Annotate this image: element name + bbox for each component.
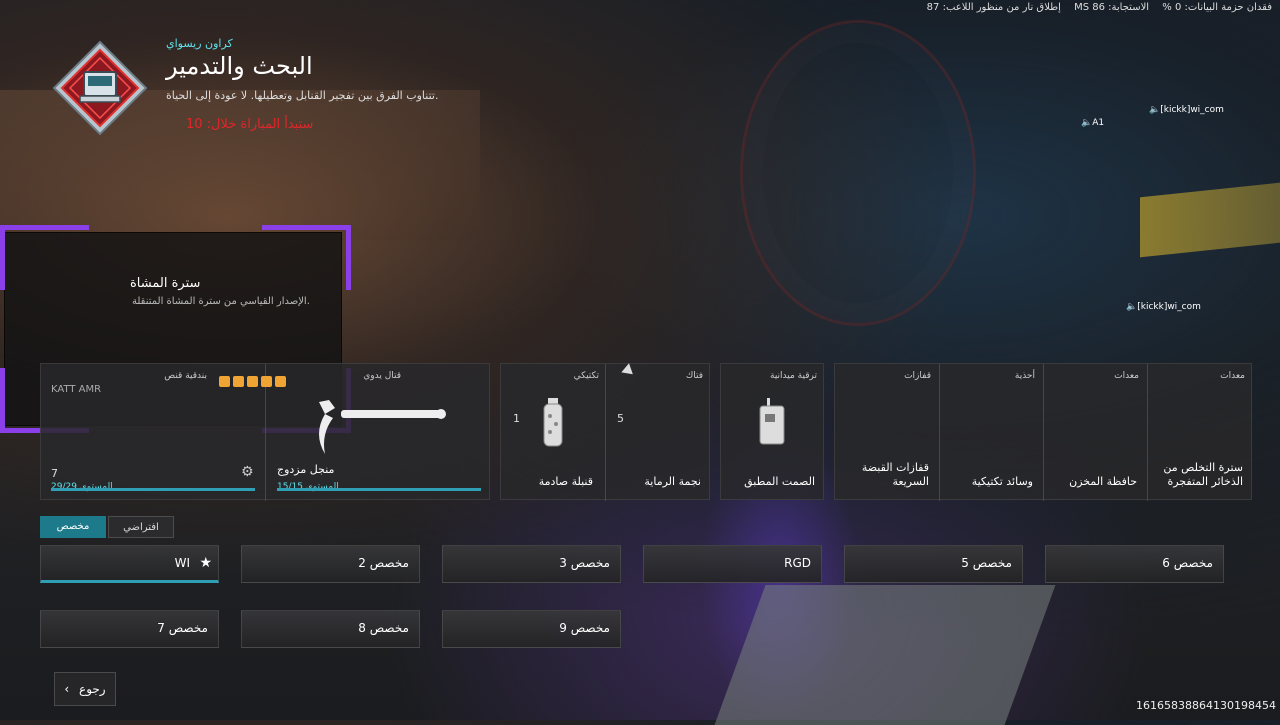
- tactical-name: قنبلة صادمة: [538, 475, 593, 488]
- preset-name: مخصص 7: [157, 621, 208, 635]
- preset-slot[interactable]: مخصص 2: [241, 545, 420, 583]
- tooltip-corner: [0, 225, 89, 290]
- preset-slot[interactable]: مخصص 8: [241, 610, 420, 648]
- preset-slot[interactable]: ★ WI: [40, 545, 219, 583]
- gear-slot-label: معدات: [1114, 371, 1139, 381]
- preset-slot[interactable]: مخصص 6: [1045, 545, 1224, 583]
- lethal-slot-label: فتاك: [685, 371, 703, 381]
- boots-name: وسائد تكتيكية: [971, 475, 1033, 488]
- tab-custom[interactable]: مخصص: [40, 516, 106, 538]
- scene-ground-panel: [714, 585, 1056, 725]
- search-and-destroy-emblem: [52, 40, 148, 136]
- vest-slot-label: معدات: [1220, 371, 1245, 381]
- scene-sign: [1140, 182, 1280, 258]
- chevron-right-icon: ›: [64, 682, 70, 696]
- preset-slot[interactable]: مخصص 9: [442, 610, 621, 648]
- preset-name: RGD: [784, 556, 811, 570]
- session-id: 16165838864130198454: [1136, 699, 1276, 712]
- vest-name: سترة التخلص من الذخائر المتفجرة: [1163, 461, 1243, 488]
- melee-name: منجل مزدوج: [277, 463, 335, 476]
- divider: [939, 364, 940, 501]
- map-name: كراون ريسواي: [166, 37, 233, 50]
- weapon-stars: [219, 372, 289, 391]
- gloves-slot-label: قفازات: [904, 371, 931, 381]
- star-pip: [261, 376, 272, 387]
- gloves-name: قفازات القبضة السريعة: [861, 461, 929, 488]
- gear-name: حافظة المخزن: [1069, 475, 1137, 488]
- divider: [1147, 364, 1148, 501]
- fire-perspective: إطلاق نار من منظور اللاعب: 87: [926, 2, 1061, 13]
- tactical-slot-label: تكتيكي: [573, 371, 599, 381]
- player-tag: 🔈[kickk]wi_com: [1126, 302, 1201, 312]
- preset-name: مخصص 6: [1162, 556, 1213, 570]
- favorite-star-icon: ★: [199, 555, 212, 571]
- match-countdown: ستبدأ المباراة خلال: 10: [186, 117, 314, 132]
- star-pip: [247, 376, 258, 387]
- preset-slot[interactable]: مخصص 5: [844, 545, 1023, 583]
- player-tag: 🔈A1: [1081, 118, 1105, 128]
- preset-name: مخصص 5: [961, 556, 1012, 570]
- boots-slot-label: أحذية: [1014, 371, 1035, 381]
- tab-default[interactable]: افتراضي: [108, 516, 174, 538]
- packet-loss: فقدان حزمة البيانات: 0 %: [1162, 2, 1272, 13]
- tooltip-title: سترة المشاة: [130, 276, 201, 291]
- back-button[interactable]: رجوع ›: [54, 672, 116, 706]
- stun-grenade-icon: [543, 398, 563, 447]
- star-pip: [219, 376, 230, 387]
- field-upgrade-card[interactable]: ترقية ميدانية الصمت المطبق: [720, 363, 824, 500]
- preset-name: مخصص 2: [358, 556, 409, 570]
- preset-name: مخصص 3: [559, 556, 610, 570]
- gear-icon[interactable]: ⚙: [241, 464, 254, 480]
- star-pip: [233, 376, 244, 387]
- melee-slot-label: قتال يدوي: [363, 371, 401, 381]
- dead-silence-icon: [759, 398, 785, 445]
- field-upgrade-slot-label: ترقية ميدانية: [770, 371, 817, 381]
- mode-title: البحث والتدمير: [166, 52, 313, 80]
- preset-slot[interactable]: مخصص 7: [40, 610, 219, 648]
- back-label: رجوع: [79, 682, 106, 696]
- latency: الاستجابة: MS 86: [1074, 2, 1150, 13]
- tooltip-corner: [262, 225, 351, 290]
- preset-name: WI: [174, 556, 190, 570]
- mode-description: تتناوب الفرق بين تفجير القنابل وتعطيلها.…: [166, 89, 439, 102]
- preset-slot[interactable]: مخصص 3: [442, 545, 621, 583]
- preset-slot[interactable]: RGD: [643, 545, 822, 583]
- perks-card[interactable]: قفازات قفازات القبضة السريعة أحذية وسائد…: [834, 363, 1252, 501]
- preset-name: مخصص 8: [358, 621, 409, 635]
- lethal-name: نجمة الرماية: [644, 475, 701, 488]
- divider: [605, 364, 606, 501]
- tactical-count: 1: [513, 412, 520, 425]
- preset-name: مخصص 9: [559, 621, 610, 635]
- hud-stats: فقدان حزمة البيانات: 0 % الاستجابة: MS 8…: [917, 2, 1272, 13]
- primary-slot-label: بندقية قنص: [164, 371, 207, 381]
- divider: [1043, 364, 1044, 501]
- field-upgrade-name: الصمت المطبق: [744, 475, 815, 488]
- dual-machete-icon: [319, 400, 446, 454]
- primary-weapon-name: KATT AMR: [51, 384, 102, 395]
- star-pip: [275, 376, 286, 387]
- weapons-card[interactable]: بندقية قنص KATT AMR 7 ⚙ المستوى 29/29 قت…: [40, 363, 490, 501]
- melee-level-bar: [277, 488, 481, 491]
- equipment-card[interactable]: تكتيكي 1 قنبلة صادمة فتاك 5 نجمة الرماية: [500, 363, 710, 501]
- player-tag: 🔈[kickk]wi_com: [1149, 105, 1224, 115]
- scene-ferris-wheel: [740, 20, 976, 326]
- tooltip-description: الإصدار القياسي من سترة المشاة المتنقلة.: [132, 296, 310, 307]
- primary-count: 7: [51, 467, 58, 480]
- primary-level-bar: [51, 488, 255, 491]
- lethal-count: 5: [617, 412, 624, 425]
